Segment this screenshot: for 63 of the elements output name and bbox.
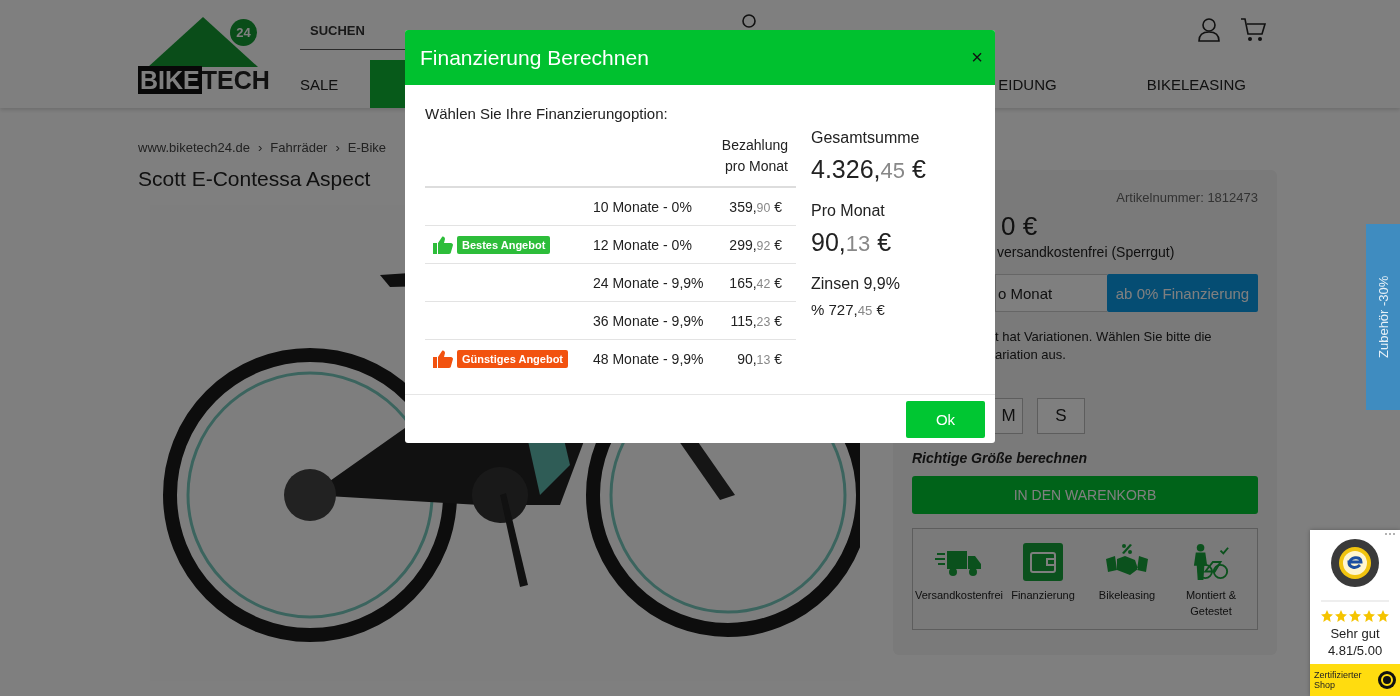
total-amount: 4.326,45 €: [811, 155, 926, 184]
star-icon: [1349, 610, 1361, 622]
monthly-total: 90,13 €: [811, 228, 893, 257]
monthly-amount: 359,90 €: [729, 198, 782, 215]
monthly-amount: 299,92 €: [729, 236, 782, 253]
wallet-icon: [1023, 543, 1063, 581]
size-option[interactable]: M: [995, 398, 1023, 434]
breadcrumb-link[interactable]: E-Bike: [347, 140, 387, 155]
nav-item[interactable]: BIKELEASING: [1146, 60, 1246, 108]
term-option[interactable]: 10 Monate - 0%: [593, 198, 692, 215]
dialog-prompt: Wählen Sie Ihre Finanzierungoption:: [425, 105, 669, 122]
product-title: Scott E-Contessa Aspect: [138, 167, 371, 191]
term-option[interactable]: 24 Monate - 9,9%: [593, 274, 704, 291]
monthly-rate-field[interactable]: o Monat: [995, 274, 1107, 312]
feature-label: Versandkostenfrei: [914, 588, 1004, 603]
search-icon[interactable]: [742, 14, 758, 30]
rating-label: Sehr gut: [1330, 626, 1380, 641]
dialog-title: Finanzierung Berechnen: [420, 45, 649, 70]
offer-badge: Günstiges Angebot: [457, 349, 569, 368]
shipping-note: versandkostenfrei (Sperrgut): [996, 244, 1176, 260]
nav-item[interactable]: SALE: [300, 60, 339, 108]
term-option[interactable]: 36 Monate - 9,9%: [593, 312, 704, 329]
rating-score: 4.81/5.00: [1327, 643, 1383, 658]
trust-badge[interactable]: Sehr gut 4.81/5.00 Zertifizierter Shop: [1310, 530, 1400, 696]
user-icon[interactable]: [1198, 18, 1220, 42]
breadcrumb-link[interactable]: www.biketech24.de: [138, 140, 250, 155]
logo[interactable]: BIKETECH 24: [138, 0, 300, 108]
interest-label: Zinsen 9,9%: [811, 275, 901, 293]
size-option[interactable]: S: [1037, 398, 1085, 434]
monthly-amount: 165,42 €: [729, 274, 782, 291]
article-number: Artikelnummer: 1812473: [1116, 190, 1258, 205]
star-icon: [1377, 610, 1389, 622]
feature-label: Finanzierung: [1011, 588, 1075, 603]
total-label: Gesamtsumme: [811, 129, 921, 147]
close-button[interactable]: ×: [969, 46, 985, 69]
interest-amount: % 727,45 €: [811, 301, 886, 318]
monthly-amount: 90,13 €: [737, 350, 782, 367]
feature-label: Bikeleasing: [1098, 588, 1156, 603]
mechanic-with-bike-icon: [1191, 543, 1231, 581]
cart-icon[interactable]: [1240, 18, 1266, 42]
term-option[interactable]: 12 Monate - 0%: [593, 236, 692, 253]
thumbs-up-icon: [433, 349, 453, 368]
star-icon: [1335, 610, 1347, 622]
breadcrumb-separator: ›: [258, 140, 263, 155]
nav-item[interactable]: EIDUNG: [998, 60, 1057, 108]
star-icon: [1321, 610, 1333, 622]
variation-notice: t hat Variationen. Wählen Sie bitte die ariation aus.: [994, 328, 1213, 364]
feature-label: Montiert & Getestet: [1184, 588, 1238, 619]
price: 0 €: [1000, 211, 1039, 242]
column-header: Bezahlung pro Monat: [720, 136, 788, 176]
size-calculator-link[interactable]: Richtige Größe berechnen: [912, 450, 1258, 466]
term-option[interactable]: 48 Monate - 9,9%: [593, 350, 704, 367]
monthly-amount: 115,23 €: [730, 312, 782, 329]
thumbs-up-icon: [433, 235, 453, 254]
side-tab[interactable]: Zubehör -30%: [1366, 224, 1400, 410]
breadcrumb-separator: ›: [335, 140, 340, 155]
certified-label: Zertifizierter Shop: [1314, 670, 1363, 690]
offer-badge: Bestes Angebot: [457, 235, 551, 254]
monthly-label: Pro Monat: [811, 202, 886, 220]
star-icon: [1363, 610, 1375, 622]
seal-icon: [1378, 671, 1396, 689]
breadcrumb-link[interactable]: Fahrräder: [270, 140, 328, 155]
seal-icon: [1330, 538, 1380, 588]
